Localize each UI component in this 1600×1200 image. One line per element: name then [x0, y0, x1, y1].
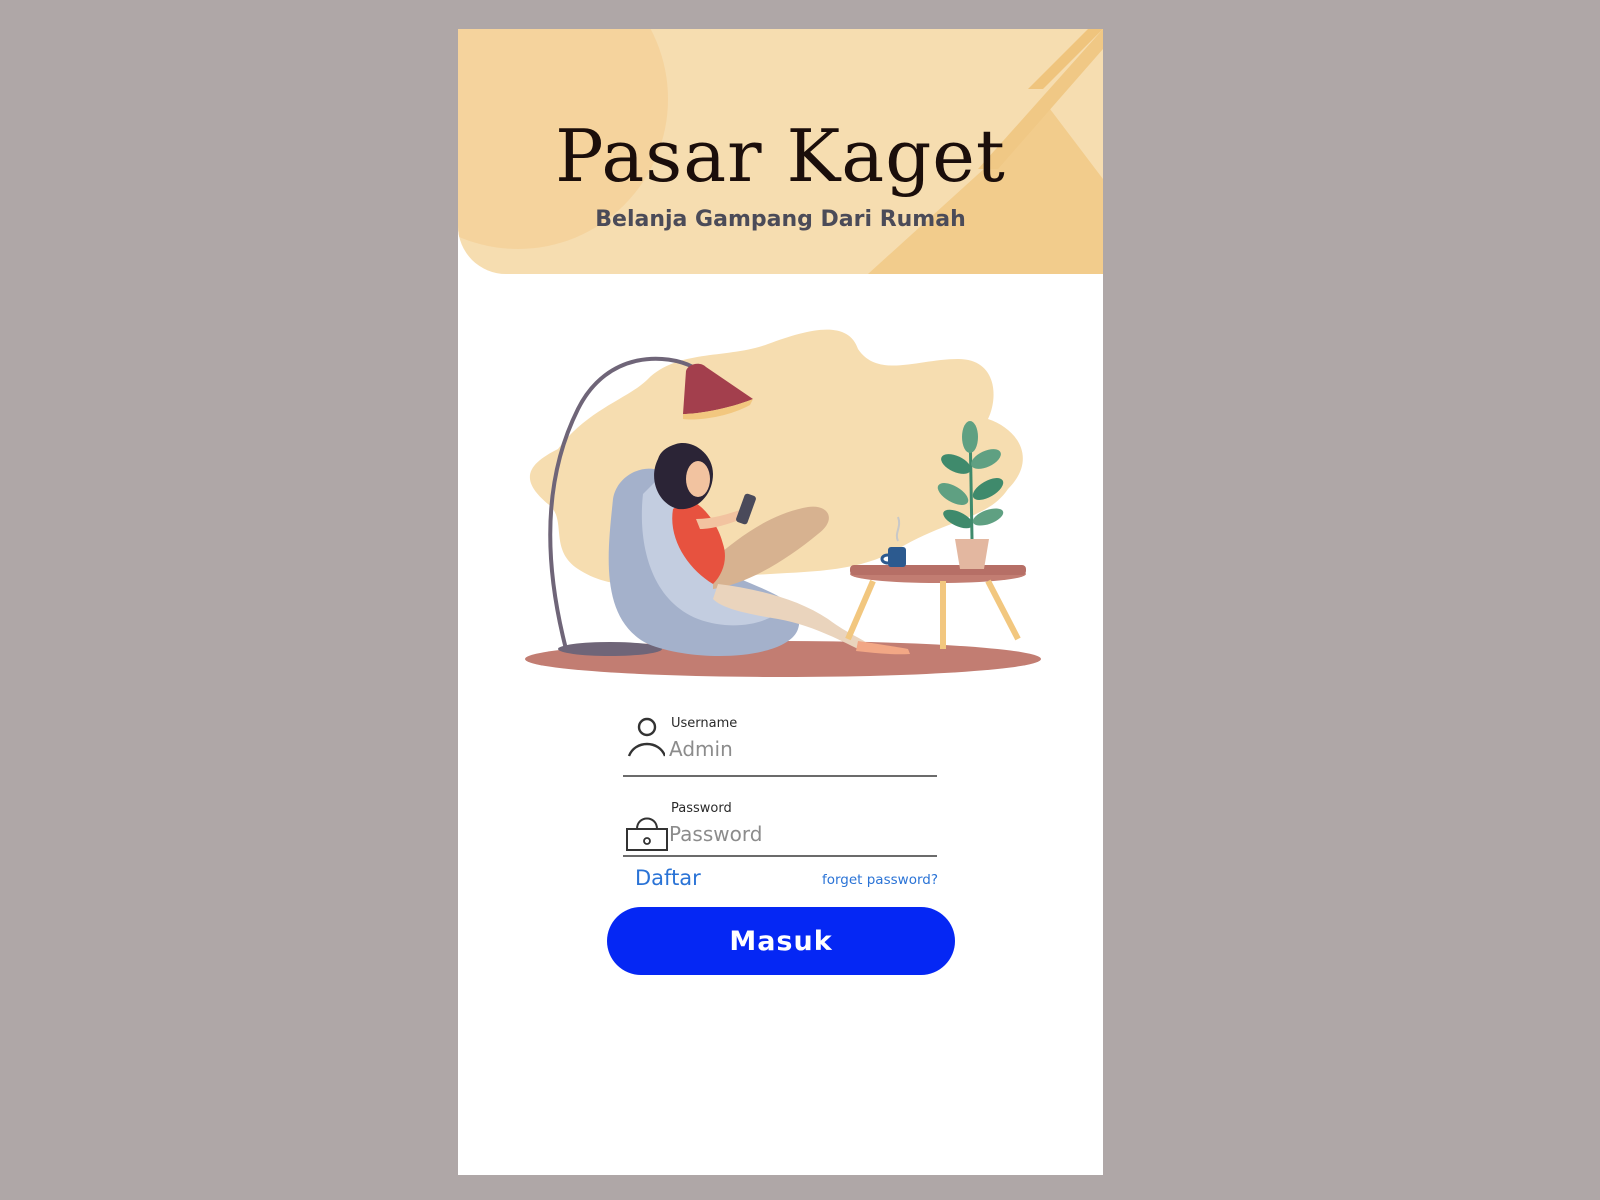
- forgot-password-link[interactable]: forget password?: [820, 872, 938, 888]
- user-icon: [627, 717, 665, 757]
- username-input[interactable]: [669, 736, 929, 762]
- password-field: Password: [623, 779, 937, 857]
- header-banner: Pasar Kaget Belanja Gampang Dari Rumah: [458, 29, 1103, 274]
- username-field: Username: [623, 697, 937, 777]
- hero-illustration: [525, 329, 1041, 677]
- app-screen: Pasar Kaget Belanja Gampang Dari Rumah U…: [458, 29, 1103, 1175]
- app-tagline: Belanja Gampang Dari Rumah: [595, 207, 966, 232]
- login-button[interactable]: Masuk: [607, 907, 955, 975]
- app-title: Pasar Kaget: [555, 114, 1006, 198]
- password-input[interactable]: [669, 821, 929, 847]
- register-link[interactable]: Daftar: [635, 866, 701, 890]
- password-label: Password: [671, 801, 732, 816]
- lock-icon: [626, 817, 668, 851]
- username-label: Username: [671, 716, 738, 731]
